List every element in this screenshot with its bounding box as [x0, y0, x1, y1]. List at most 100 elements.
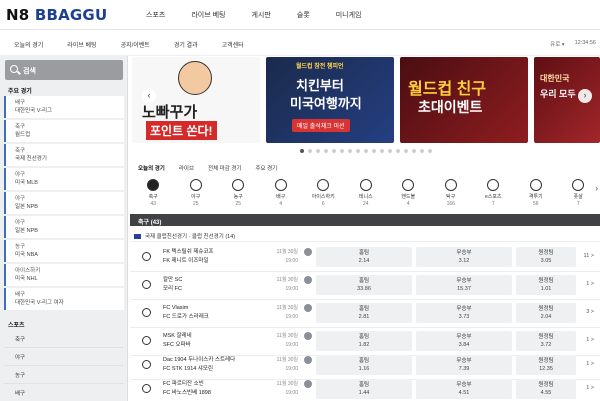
odds-home-button[interactable]: 홈팀 1.44	[316, 379, 412, 399]
carousel-dot[interactable]	[316, 149, 320, 153]
banner-slide[interactable]: 월드컵 친구 초대이벤트	[400, 57, 528, 143]
nav-slot[interactable]: 슬롯	[297, 10, 310, 20]
carousel-dot[interactable]	[372, 149, 376, 153]
odds-away-button[interactable]: 원정팀 4.55	[516, 379, 576, 399]
currency-select[interactable]: 유로 ▾	[550, 40, 564, 48]
carousel-dot[interactable]	[428, 149, 432, 153]
subnav-live[interactable]: 라이브 베팅	[67, 40, 96, 49]
subnav-results[interactable]: 경기 결과	[174, 40, 198, 49]
nav-board[interactable]: 게시판	[251, 10, 270, 20]
sidebar-sport[interactable]: 배구	[4, 384, 124, 401]
more-markets-button[interactable]: 1 >	[586, 385, 594, 391]
stats-icon[interactable]	[304, 380, 312, 388]
sidebar-item[interactable]: 축구 월드컵	[4, 120, 124, 142]
sport-hockey[interactable]: 아이스하키 6	[302, 176, 345, 212]
stats-icon[interactable]	[304, 356, 312, 364]
sidebar-sport[interactable]: 축구	[4, 330, 124, 348]
carousel-dot[interactable]	[388, 149, 392, 153]
carousel-dot[interactable]	[356, 149, 360, 153]
odds-draw-button[interactable]: 무승부 7.39	[416, 355, 512, 375]
stats-icon[interactable]	[304, 248, 312, 256]
tab-featured[interactable]: 주요 경기	[255, 164, 277, 172]
sport-handball[interactable]: 핸드볼 4	[387, 176, 430, 212]
carousel-dot[interactable]	[308, 149, 312, 153]
odds-home-button[interactable]: 홈팀 2.81	[316, 303, 412, 323]
sidebar-item[interactable]: 배구 대한민국 V-리그 여자	[4, 288, 124, 310]
subnav-notice[interactable]: 공지/이벤트	[121, 40, 150, 49]
sport-baseball[interactable]: 야구 25	[175, 176, 218, 212]
carousel-dot[interactable]	[404, 149, 408, 153]
sport-soccer[interactable]: 축구 43	[132, 176, 175, 212]
nav-sports[interactable]: 스포츠	[146, 10, 165, 20]
sport-tennis[interactable]: 테니스 24	[345, 176, 388, 212]
odds-away-button[interactable]: 원정팀 3.05	[516, 247, 576, 267]
odds-draw-button[interactable]: 무승부 4.51	[416, 379, 512, 399]
stats-icon[interactable]	[304, 304, 312, 312]
chevron-left-icon[interactable]: ‹	[142, 89, 156, 103]
soccer-ball-icon	[142, 252, 151, 261]
stats-icon[interactable]	[304, 276, 312, 284]
tab-live[interactable]: 라이브	[179, 164, 194, 172]
odds-home-button[interactable]: 홈팀 33.86	[316, 275, 412, 295]
odds-away-button[interactable]: 원정팀 3.72	[516, 331, 576, 351]
odds-home-button[interactable]: 홈팀 2.14	[316, 247, 412, 267]
more-markets-button[interactable]: 1 >	[586, 337, 594, 343]
odds-home-button[interactable]: 홈팀 1.16	[316, 355, 412, 375]
subnav-today[interactable]: 오늘의 경기	[14, 40, 43, 49]
banner-text: 초대이벤트	[418, 99, 483, 115]
site-logo[interactable]: N8 BBAGGU	[6, 6, 107, 24]
league-header[interactable]: 국제 클럽친선경기 · 클럽 친선경기 (14)	[130, 230, 600, 242]
esports-icon	[487, 179, 500, 191]
sidebar-item[interactable]: 배구 대한민국 V-리그	[4, 96, 124, 118]
carousel-dot[interactable]	[396, 149, 400, 153]
odds-away-button[interactable]: 원정팀 1.01	[516, 275, 576, 295]
carousel-dot[interactable]	[324, 149, 328, 153]
more-markets-button[interactable]: 1 >	[586, 361, 594, 367]
sidebar-item[interactable]: 아이스하키 미국 NHL	[4, 264, 124, 286]
section-header[interactable]: 축구 (43)	[130, 214, 600, 226]
carousel-dot[interactable]	[380, 149, 384, 153]
chevron-right-icon[interactable]: ›	[578, 89, 592, 103]
sidebar-item[interactable]: 야구 일본 NPB	[4, 216, 124, 238]
carousel-dot[interactable]	[420, 149, 424, 153]
carousel-dot[interactable]	[348, 149, 352, 153]
carousel-dot[interactable]	[332, 149, 336, 153]
sidebar-sport[interactable]: 야구	[4, 348, 124, 366]
tab-closed[interactable]: 전체 마감 경기	[208, 164, 241, 172]
more-markets-button[interactable]: 1 >	[586, 281, 594, 287]
nav-minigame[interactable]: 미니게임	[336, 10, 362, 20]
odds-draw-button[interactable]: 무승부 3.84	[416, 331, 512, 351]
more-markets-button[interactable]: 3 >	[586, 309, 594, 315]
odds-home-button[interactable]: 홈팀 1.82	[316, 331, 412, 351]
odds-draw-button[interactable]: 무승부 15.37	[416, 275, 512, 295]
more-markets-button[interactable]: 11 >	[584, 253, 594, 259]
sidebar-sport[interactable]: 농구	[4, 366, 124, 384]
tab-today[interactable]: 오늘의 경기	[138, 164, 165, 172]
chevron-right-icon[interactable]: ›	[595, 184, 598, 193]
carousel-dot[interactable]	[364, 149, 368, 153]
soccer-ball-icon	[142, 384, 151, 393]
odds-draw-button[interactable]: 무승부 3.12	[416, 247, 512, 267]
subnav-support[interactable]: 고객센터	[222, 40, 244, 49]
odds-away-button[interactable]: 원정팀 2.04	[516, 303, 576, 323]
sport-volleyball[interactable]: 배구 4	[260, 176, 303, 212]
sport-fight[interactable]: 격투기 56	[515, 176, 558, 212]
carousel-dot[interactable]	[300, 149, 304, 153]
banner-slide[interactable]: 월드컵 참전 챔피언 치킨부터 미국여행까지 매일 출석체크 미션	[266, 57, 394, 143]
search-box[interactable]: 검색	[5, 60, 123, 80]
sidebar-item[interactable]: 농구 미국 NBA	[4, 240, 124, 262]
sport-esports[interactable]: e스포츠 7	[472, 176, 515, 212]
sport-basketball[interactable]: 농구 25	[217, 176, 260, 212]
nav-live[interactable]: 라이브 베팅	[191, 10, 225, 20]
banner-text: 노빠꾸가	[142, 104, 198, 121]
carousel-dot[interactable]	[340, 149, 344, 153]
sport-futsal[interactable]: 풋살 7	[557, 176, 600, 212]
odds-draw-button[interactable]: 무승부 3.73	[416, 303, 512, 323]
carousel-dot[interactable]	[412, 149, 416, 153]
sidebar-item[interactable]: 축구 국제 친선경기	[4, 144, 124, 166]
sport-table-tennis[interactable]: 탁구 166	[430, 176, 473, 212]
odds-away-button[interactable]: 원정팀 12.35	[516, 355, 576, 375]
stats-icon[interactable]	[304, 332, 312, 340]
sidebar-item[interactable]: 야구 일본 NPB	[4, 192, 124, 214]
sidebar-item[interactable]: 야구 미국 MLB	[4, 168, 124, 190]
